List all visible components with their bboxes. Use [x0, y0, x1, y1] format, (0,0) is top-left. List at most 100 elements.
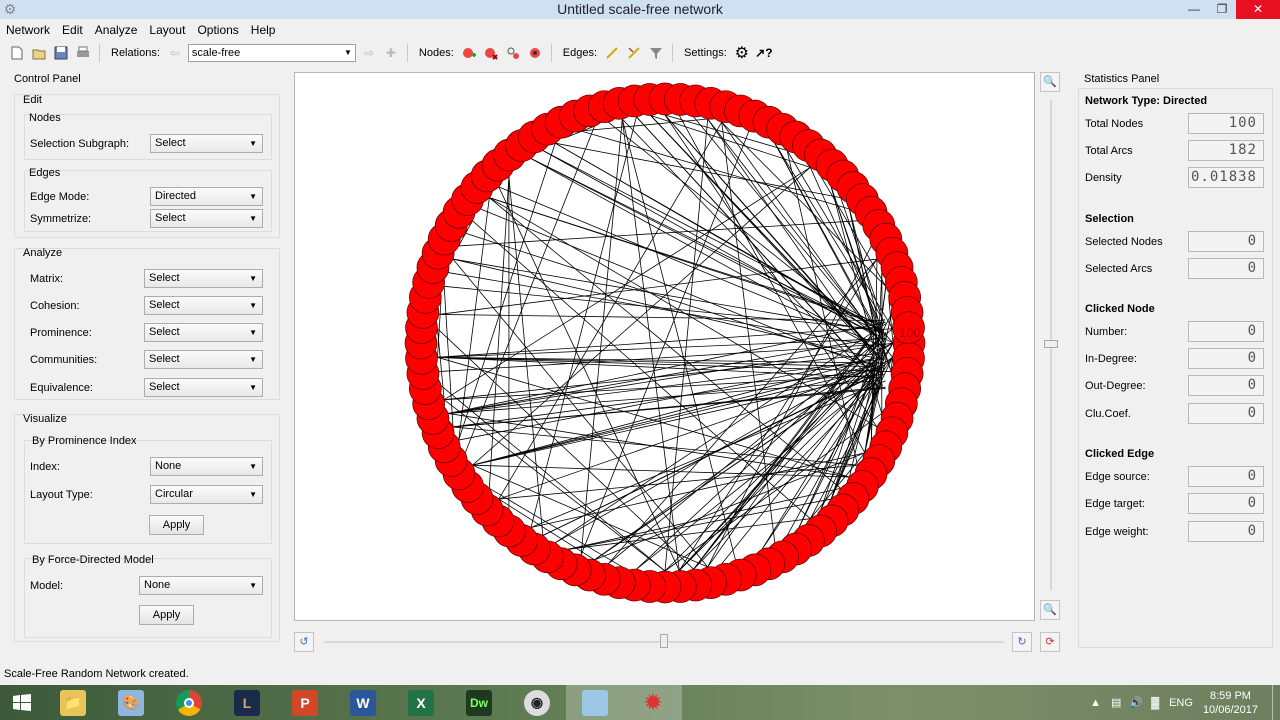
- new-file-icon[interactable]: [8, 44, 26, 62]
- visualize-label: Visualize: [23, 413, 67, 425]
- selection-subgraph-label: Selection Subgraph:: [30, 138, 130, 150]
- selection-subgraph-select[interactable]: Select ▼: [150, 134, 263, 153]
- edge[interactable]: [621, 118, 736, 560]
- chevron-down-icon: ▼: [249, 462, 257, 471]
- prominence-select[interactable]: Select ▼: [144, 323, 263, 342]
- out-degree-display: 0: [1188, 375, 1264, 396]
- close-button[interactable]: ✕: [1236, 0, 1280, 19]
- index-select[interactable]: None ▼: [150, 457, 263, 476]
- zoom-handle[interactable]: [1044, 340, 1058, 348]
- remove-node-icon[interactable]: [482, 44, 500, 62]
- edge[interactable]: [452, 369, 875, 428]
- edge[interactable]: [664, 119, 709, 572]
- menu-help[interactable]: Help: [245, 19, 282, 41]
- print-icon[interactable]: [74, 44, 92, 62]
- notification-icon[interactable]: [1272, 685, 1280, 720]
- rotate-handle[interactable]: [660, 634, 668, 648]
- taskbar-paint[interactable]: 🎨: [102, 685, 160, 720]
- apply-force-button[interactable]: Apply: [139, 605, 194, 625]
- previous-relation-icon[interactable]: ⇦: [166, 44, 184, 62]
- cohesion-select[interactable]: Select ▼: [144, 296, 263, 315]
- gear-icon[interactable]: ⚙: [733, 44, 751, 62]
- model-select[interactable]: None ▼: [139, 576, 263, 595]
- edge[interactable]: [498, 186, 886, 348]
- edge[interactable]: [452, 258, 884, 361]
- edge-mode-select[interactable]: Directed ▼: [150, 187, 263, 206]
- taskbar-socnetv[interactable]: ✹: [624, 685, 682, 720]
- menu-network[interactable]: Network: [0, 19, 56, 41]
- minimize-button[interactable]: —: [1180, 0, 1208, 19]
- communities-select[interactable]: Select ▼: [144, 350, 263, 369]
- show-hidden-icons-icon[interactable]: ▲: [1090, 697, 1101, 709]
- maximize-button[interactable]: ❐: [1208, 0, 1236, 19]
- menu-analyze[interactable]: Analyze: [89, 19, 144, 41]
- reset-view-icon[interactable]: ⟳: [1040, 632, 1060, 652]
- relations-select[interactable]: scale-free ▼: [187, 44, 356, 62]
- matrix-select[interactable]: Select ▼: [144, 269, 263, 288]
- next-relation-icon[interactable]: ⇨: [360, 44, 378, 62]
- device-icon[interactable]: ▤: [1111, 696, 1121, 709]
- chevron-down-icon: ▼: [249, 581, 257, 590]
- menu-layout[interactable]: Layout: [143, 19, 191, 41]
- layout-type-select[interactable]: Circular ▼: [150, 485, 263, 504]
- input-language[interactable]: ENG: [1169, 697, 1193, 709]
- model-label: Model:: [30, 580, 64, 592]
- clicked-edge-heading: Clicked Edge: [1085, 448, 1155, 460]
- chevron-down-icon: ▼: [249, 355, 257, 364]
- node-properties-icon[interactable]: [526, 44, 544, 62]
- apply-prominence-button[interactable]: Apply: [149, 515, 204, 535]
- window-title: Untitled scale-free network: [557, 1, 723, 17]
- save-icon[interactable]: [52, 44, 70, 62]
- find-node-icon[interactable]: [504, 44, 522, 62]
- clu-coef-label: Clu.Coef.: [1085, 408, 1131, 420]
- windows-start-button[interactable]: [0, 685, 44, 720]
- menu-bar: Network Edit Analyze Layout Options Help: [0, 19, 1280, 41]
- graph-canvas[interactable]: 100: [294, 72, 1035, 621]
- network-graph[interactable]: 100: [295, 73, 1034, 620]
- taskbar-dreamweaver[interactable]: Dw: [450, 685, 508, 720]
- edge[interactable]: [621, 118, 680, 571]
- rotate-right-icon[interactable]: ↻: [1012, 632, 1032, 652]
- add-node-icon[interactable]: [460, 44, 478, 62]
- clock[interactable]: 8:59 PM 10/06/2017: [1203, 689, 1258, 717]
- symmetrize-select[interactable]: Select ▼: [150, 209, 263, 228]
- edge[interactable]: [650, 115, 880, 357]
- control-panel: Edit Nodes Selection Subgraph: Select ▼ E…: [8, 88, 283, 648]
- edges-group-label: Edges: [29, 167, 61, 179]
- network-type-label: Network Type: Directed: [1085, 95, 1208, 107]
- filter-edges-icon[interactable]: [647, 44, 665, 62]
- equivalence-select[interactable]: Select ▼: [144, 378, 263, 397]
- edge[interactable]: [448, 337, 881, 414]
- whats-this-icon[interactable]: ↗?: [755, 44, 773, 62]
- zoom-slider[interactable]: 🔍 🔍: [1040, 72, 1062, 621]
- taskbar-league[interactable]: L: [218, 685, 276, 720]
- taskbar-chrome[interactable]: [160, 685, 218, 720]
- edge[interactable]: [452, 258, 880, 332]
- screen-tool-icon: [582, 689, 608, 716]
- app-icon: ⚙: [3, 1, 17, 17]
- zoom-in-icon[interactable]: 🔍: [1040, 72, 1060, 92]
- taskbar-screen-tool[interactable]: [566, 685, 624, 720]
- rotate-slider[interactable]: ↺ ↻ ⟳: [294, 628, 1064, 656]
- taskbar-excel[interactable]: X: [392, 685, 450, 720]
- rotate-left-icon[interactable]: ↺: [294, 632, 314, 652]
- density-label: Density: [1085, 172, 1122, 184]
- edge[interactable]: [508, 176, 544, 536]
- statistics-panel: Network Type: Directed Total Nodes 100 T…: [1078, 88, 1273, 648]
- volume-icon[interactable]: 🔊: [1129, 696, 1143, 709]
- taskbar-media[interactable]: ◉: [508, 685, 566, 720]
- zoom-out-icon[interactable]: 🔍: [1040, 600, 1060, 620]
- network-icon[interactable]: ▓: [1151, 697, 1159, 709]
- taskbar-file-explorer[interactable]: 📁: [44, 685, 102, 720]
- league-icon: L: [234, 689, 260, 716]
- title-bar: ⚙ Untitled scale-free network — ❐ ✕: [0, 0, 1280, 19]
- chevron-down-icon: ▼: [249, 490, 257, 499]
- add-edge-icon[interactable]: [603, 44, 621, 62]
- open-file-icon[interactable]: [30, 44, 48, 62]
- menu-options[interactable]: Options: [191, 19, 244, 41]
- taskbar-word[interactable]: W: [334, 685, 392, 720]
- taskbar-powerpoint[interactable]: P: [276, 685, 334, 720]
- add-relation-icon[interactable]: ✚: [382, 44, 400, 62]
- remove-edge-icon[interactable]: [625, 44, 643, 62]
- menu-edit[interactable]: Edit: [56, 19, 89, 41]
